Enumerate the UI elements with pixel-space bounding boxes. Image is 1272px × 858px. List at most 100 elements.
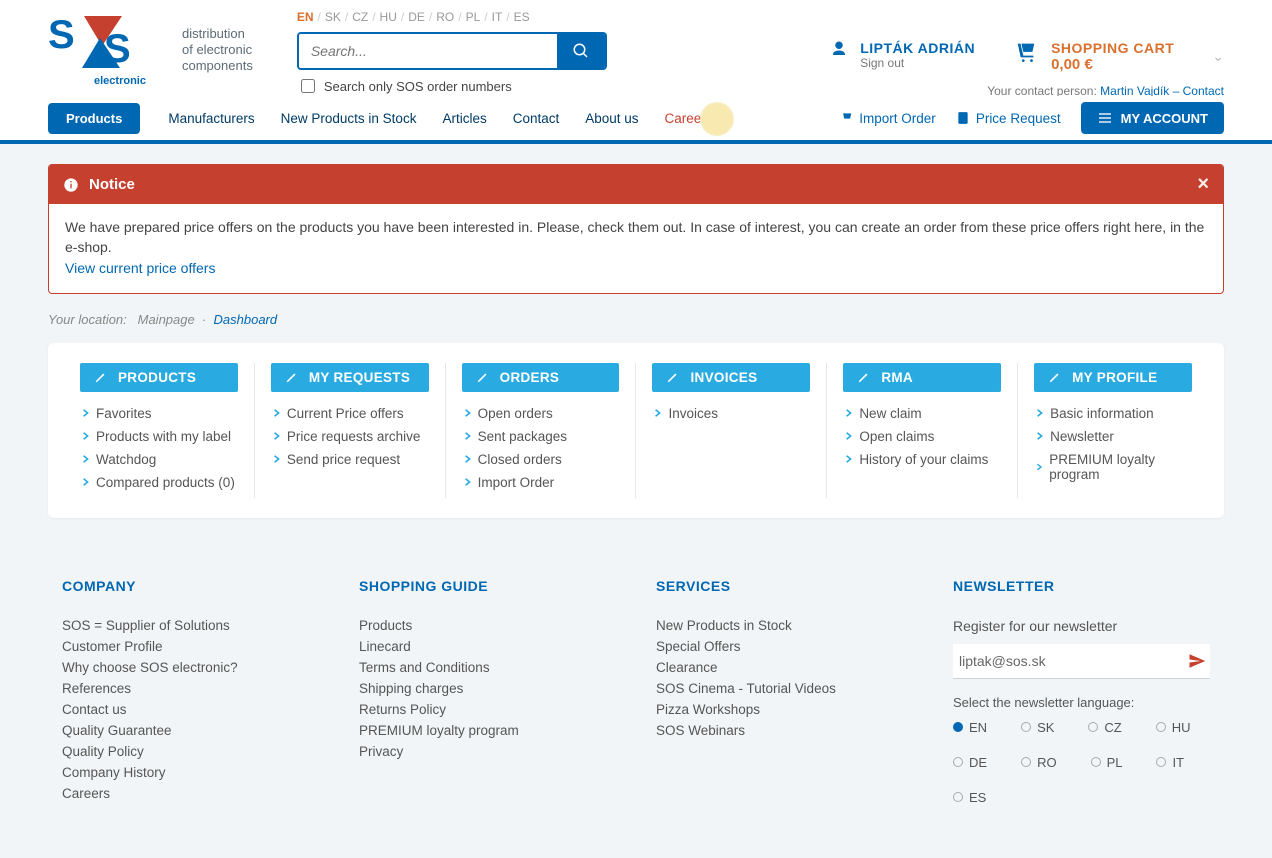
footer-link[interactable]: Terms and Conditions — [359, 660, 616, 675]
newsletter-langs: EN SK CZ HU DE RO PL IT ES — [953, 720, 1210, 805]
card-link[interactable]: Send price request — [273, 452, 429, 467]
cart-block[interactable]: SHOPPING CART 0,00 € ⌄ — [1015, 40, 1224, 73]
card-link[interactable]: Closed orders — [464, 452, 620, 467]
footer-link[interactable]: Privacy — [359, 744, 616, 759]
lang-de[interactable]: DE — [408, 10, 425, 24]
card-title: RMA — [843, 363, 1001, 392]
lang-pl[interactable]: PL — [466, 10, 481, 24]
footer-link[interactable]: SOS Cinema - Tutorial Videos — [656, 681, 913, 696]
lang-cz[interactable]: CZ — [352, 10, 368, 24]
footer-link[interactable]: SOS Webinars — [656, 723, 913, 738]
card-link[interactable]: New claim — [845, 406, 1001, 421]
sign-out-link[interactable]: Sign out — [860, 56, 975, 70]
nav-career[interactable]: Career — [665, 111, 706, 126]
nav-about-us[interactable]: About us — [585, 111, 638, 126]
card-link[interactable]: History of your claims — [845, 452, 1001, 467]
nav-manufacturers[interactable]: Manufacturers — [168, 111, 254, 126]
search-order-only-checkbox[interactable] — [301, 79, 315, 93]
nav-articles[interactable]: Articles — [442, 111, 486, 126]
footer-guide: SHOPPING GUIDE Products Linecard Terms and… — [359, 578, 616, 807]
footer-link[interactable]: Shipping charges — [359, 681, 616, 696]
newsletter-lang-sk[interactable]: SK — [1021, 720, 1054, 735]
card-title: MY PROFILE — [1034, 363, 1192, 392]
footer-link[interactable]: Special Offers — [656, 639, 913, 654]
card-link[interactable]: Basic information — [1036, 406, 1192, 421]
card-orders: ORDERSOpen ordersSent packagesClosed ord… — [446, 363, 637, 498]
lang-en[interactable]: EN — [297, 10, 314, 24]
card-link[interactable]: Watchdog — [82, 452, 238, 467]
newsletter-lang-es[interactable]: ES — [953, 790, 986, 805]
footer-link[interactable]: Pizza Workshops — [656, 702, 913, 717]
price-request-link[interactable]: Price Request — [956, 111, 1061, 126]
footer-link[interactable]: SOS = Supplier of Solutions — [62, 618, 319, 633]
footer-link[interactable]: Quality Guarantee — [62, 723, 319, 738]
notice-link[interactable]: View current price offers — [65, 259, 1207, 279]
lang-hu[interactable]: HU — [380, 10, 397, 24]
nav-new-products-in-stock[interactable]: New Products in Stock — [281, 111, 417, 126]
newsletter-lang-hu[interactable]: HU — [1156, 720, 1191, 735]
my-account-button[interactable]: MY ACCOUNT — [1081, 102, 1224, 134]
footer-services: SERVICES New Products in StockSpecial Of… — [656, 578, 913, 807]
card-title: INVOICES — [652, 363, 810, 392]
lang-it[interactable]: IT — [492, 10, 503, 24]
card-link[interactable]: Open claims — [845, 429, 1001, 444]
card-link[interactable]: Invoices — [654, 406, 810, 421]
notice-text: We have prepared price offers on the pro… — [65, 219, 1204, 255]
newsletter-lang-pl[interactable]: PL — [1091, 755, 1123, 770]
lang-es[interactable]: ES — [514, 10, 530, 24]
calculator-icon — [956, 111, 970, 125]
newsletter-email-input[interactable] — [957, 652, 1188, 670]
footer-link[interactable]: New Products in Stock — [656, 618, 913, 633]
card-link[interactable]: Compared products (0) — [82, 475, 238, 490]
card-my-requests: MY REQUESTSCurrent Price offersPrice req… — [255, 363, 446, 498]
footer-link[interactable]: Customer Profile — [62, 639, 319, 654]
footer-link[interactable]: Products — [359, 618, 616, 633]
info-icon — [63, 177, 79, 193]
newsletter-lang-ro[interactable]: RO — [1021, 755, 1057, 770]
footer-link[interactable]: Linecard — [359, 639, 616, 654]
footer-link[interactable]: PREMIUM loyalty program — [359, 723, 616, 738]
card-link[interactable]: Favorites — [82, 406, 238, 421]
lang-sk[interactable]: SK — [325, 10, 341, 24]
import-order-link[interactable]: Import Order — [839, 111, 936, 126]
search-order-only[interactable]: Search only SOS order numbers — [297, 76, 607, 96]
send-icon[interactable] — [1188, 652, 1206, 670]
newsletter-lang-de[interactable]: DE — [953, 755, 987, 770]
card-link[interactable]: Import Order — [464, 475, 620, 490]
footer-link[interactable]: References — [62, 681, 319, 696]
card-rma: RMA New claim Open claims History of your c… — [827, 363, 1018, 498]
footer-link[interactable]: Company History — [62, 765, 319, 780]
card-link[interactable]: Current Price offers — [273, 406, 429, 421]
breadcrumb-main[interactable]: Mainpage — [138, 312, 195, 327]
footer-link[interactable]: Careers — [62, 786, 319, 801]
footer-link[interactable]: Clearance — [656, 660, 913, 675]
card-link[interactable]: Sent packages — [464, 429, 620, 444]
footer-link[interactable]: Quality Policy — [62, 744, 319, 759]
footer-link[interactable]: Contact us — [62, 702, 319, 717]
lang-ro[interactable]: RO — [436, 10, 454, 24]
footer-link[interactable]: Returns Policy — [359, 702, 616, 717]
search-button[interactable] — [557, 34, 605, 68]
newsletter-lang-en[interactable]: EN — [953, 720, 987, 735]
card-link[interactable]: Price requests archive — [273, 429, 429, 444]
svg-text:S: S — [48, 13, 75, 57]
card-link[interactable]: Products with my label — [82, 429, 238, 444]
card-my-profile: MY PROFILE Basic information Newsletter PRE… — [1018, 363, 1208, 498]
newsletter-lang-it[interactable]: IT — [1156, 755, 1184, 770]
card-link[interactable]: PREMIUM loyalty program — [1036, 452, 1192, 482]
footer-guide-title: SHOPPING GUIDE — [359, 578, 616, 594]
logo[interactable]: S S electronic distribution of electroni… — [48, 10, 253, 90]
search-input[interactable] — [299, 34, 557, 68]
language-switcher: EN/SK/CZ/HU/DE/RO/PL/IT/ES — [297, 10, 607, 24]
footer-link[interactable]: Why choose SOS electronic? — [62, 660, 319, 675]
breadcrumb-current: Dashboard — [214, 312, 278, 327]
card-link[interactable]: Open orders — [464, 406, 620, 421]
notice-close-icon[interactable]: × — [1197, 173, 1209, 196]
card-link[interactable]: Newsletter — [1036, 429, 1192, 444]
newsletter-select-lang: Select the newsletter language: — [953, 695, 1210, 710]
account-name[interactable]: LIPTÁK ADRIÁN — [860, 40, 975, 56]
products-button[interactable]: Products — [48, 103, 140, 134]
newsletter-lang-cz[interactable]: CZ — [1088, 720, 1121, 735]
nav-contact[interactable]: Contact — [513, 111, 560, 126]
card-title: PRODUCTS — [80, 363, 238, 392]
